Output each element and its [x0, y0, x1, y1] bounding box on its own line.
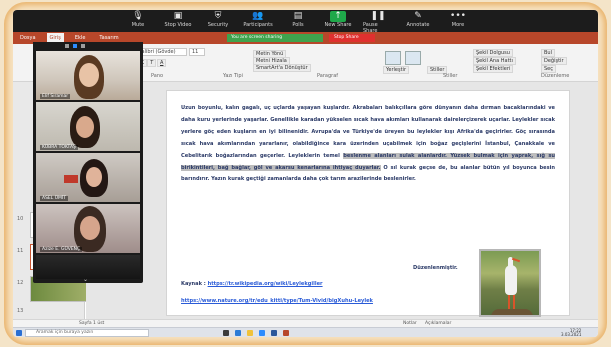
photo-frame: 🎙 Mute ▣ Stop Video ⛨ Security 👥 Participant… [4, 2, 607, 345]
shape-effects-button[interactable]: Şekil Efektleri [473, 65, 514, 73]
more-button[interactable]: ••• More [443, 11, 473, 31]
second-source-link[interactable]: https://www.nature.org/tr/edu_kitti/type… [181, 298, 373, 304]
minimize-icon[interactable] [81, 44, 85, 48]
zoom-toolbar: 🎙 Mute ▣ Stop Video ⛨ Security 👥 Participant… [13, 10, 598, 34]
view-toggle-icon[interactable] [65, 44, 69, 48]
group-label-styles: Stiller [443, 73, 458, 79]
participant-video[interactable]: KÜBRA TOKTAŞ [36, 102, 140, 151]
paragraph-text: Uzun boyunlu, kalın gagalı, uç uçlarda y… [181, 105, 555, 159]
panel-header [33, 42, 143, 50]
thumb-number: 10 [17, 216, 24, 222]
italic-button[interactable]: T [147, 59, 157, 67]
shape-outline-button[interactable]: Şekil Ana Hattı [473, 57, 516, 65]
participant-name: KÜBRA TOKTAŞ [40, 145, 78, 150]
participant-face [80, 216, 100, 240]
more-icon: ••• [450, 11, 466, 21]
stork-image[interactable] [479, 249, 541, 317]
new-share-button[interactable]: ↑ New Share [323, 11, 353, 31]
participant-video[interactable]: ASEL ÜMİT [36, 153, 140, 202]
edited-note: Düzenlenmiştir. [413, 265, 458, 271]
document-page[interactable]: Uzun boyunlu, kalın gagalı, uç uçlarda y… [166, 90, 570, 317]
underline-button[interactable]: A [157, 59, 167, 67]
document-paragraph: Uzun boyunlu, kalın gagalı, uç uçlarda y… [181, 103, 556, 186]
annotate-button[interactable]: ✎ Annotate [403, 11, 433, 31]
status-bar: Sayfa 1 üst Notlar Açıklamalar [13, 319, 598, 327]
stop-video-button[interactable]: ▣ Stop Video [163, 11, 193, 31]
red-hat [64, 175, 78, 183]
find-button[interactable]: Bul [541, 49, 555, 57]
system-clock[interactable]: 17:22 3.03.2021 [561, 329, 581, 337]
windows-taskbar: Aramak için buraya yazın 17:22 3.03.2021 [13, 327, 598, 337]
source-link[interactable]: https://tr.wikipedia.org/wiki/Leylekgill… [208, 281, 323, 287]
zoom-app-icon[interactable] [259, 330, 265, 336]
pause-share-button[interactable]: ❚❚ Pause Share [363, 11, 393, 34]
pencil-icon: ✎ [414, 11, 422, 21]
screen: 🎙 Mute ▣ Stop Video ⛨ Security 👥 Participant… [13, 10, 598, 337]
word-app-icon[interactable] [271, 330, 277, 336]
security-button[interactable]: ⛨ Security [203, 11, 233, 31]
powerpoint-app-icon[interactable] [283, 330, 289, 336]
zoom-controls: 🎙 Mute ▣ Stop Video ⛨ Security 👥 Participant… [123, 11, 473, 34]
participant-face [76, 116, 94, 138]
video-camera-icon: ▣ [173, 11, 183, 21]
group-label-editing: Düzenleme [541, 73, 570, 79]
group-label-paragraph: Paragraf [317, 73, 339, 79]
participants-icon: 👥 [252, 11, 264, 21]
gallery-view-icon[interactable] [73, 44, 77, 48]
participant-face [86, 167, 102, 187]
group-label-clipboard: Pano [151, 73, 164, 79]
participant-video[interactable]: Elif Sıramar [36, 51, 140, 100]
microphone-icon: 🎙 [132, 11, 144, 21]
file-explorer-icon[interactable] [247, 330, 253, 336]
font-size-select[interactable]: 11 [189, 48, 205, 56]
task-view-icon[interactable] [223, 330, 229, 336]
smartart-button[interactable]: SmartArt'a Dönüştür [253, 64, 311, 72]
zoom-participants-panel: Elif Sıramar KÜBRA TOKTAŞ ASEL ÜMİT Aziz… [33, 42, 143, 283]
mute-button[interactable]: 🎙 Mute [123, 11, 153, 31]
participant-video[interactable]: Azize E. GÜVENÇ [36, 204, 140, 253]
thumb-number: 12 [17, 280, 24, 286]
thumb-number: 13 [17, 308, 24, 314]
arrange-button[interactable]: Yerleştir [383, 66, 409, 74]
shield-icon: ⛨ [214, 11, 222, 21]
page-indicator: Sayfa 1 üst [79, 321, 105, 326]
stork-body [505, 265, 517, 295]
participant-face [79, 63, 99, 87]
windows-start-icon[interactable] [16, 330, 22, 336]
polls-icon: ▤ [293, 11, 303, 21]
shape-fill-button[interactable]: Şekil Dolgusu [473, 49, 513, 57]
stop-share-button[interactable]: Stop Share [329, 34, 375, 42]
select-button[interactable]: Seç [541, 65, 556, 73]
polls-button[interactable]: ▤ Polls [283, 11, 313, 31]
clock-date: 3.03.2021 [561, 332, 582, 337]
chevron-down-icon[interactable]: ⌄ [83, 276, 88, 283]
taskbar-search-input[interactable]: Aramak için buraya yazın [25, 329, 149, 337]
group-label-font: Yazı Tipi [223, 73, 243, 79]
nest [491, 309, 533, 315]
stork-beak [511, 257, 521, 263]
comments-button[interactable]: Açıklamalar [425, 321, 451, 326]
participant-name: Elif Sıramar [40, 94, 71, 99]
notes-button[interactable]: Notlar [403, 321, 417, 326]
source-label: Kaynak : [181, 281, 208, 287]
participant-name: ASEL ÜMİT [40, 196, 68, 201]
participants-button[interactable]: 👥 Participants [243, 11, 273, 31]
participant-name: Azize E. GÜVENÇ [40, 247, 83, 252]
screen-sharing-banner: You are screen sharing [227, 34, 323, 42]
replace-button[interactable]: Değiştir [541, 57, 567, 65]
source-line: Kaynak : https://tr.wikipedia.org/wiki/L… [181, 281, 323, 287]
share-screen-icon: ↑ [330, 11, 346, 22]
edge-icon[interactable] [235, 330, 241, 336]
thumb-number: 11 [17, 248, 24, 254]
document-area: Uzun boyunlu, kalın gagalı, uç uçlarda y… [86, 82, 598, 319]
arrange-icon[interactable] [405, 51, 421, 65]
shape-gallery-icon[interactable] [385, 51, 401, 65]
pause-icon: ❚❚ [370, 11, 386, 21]
